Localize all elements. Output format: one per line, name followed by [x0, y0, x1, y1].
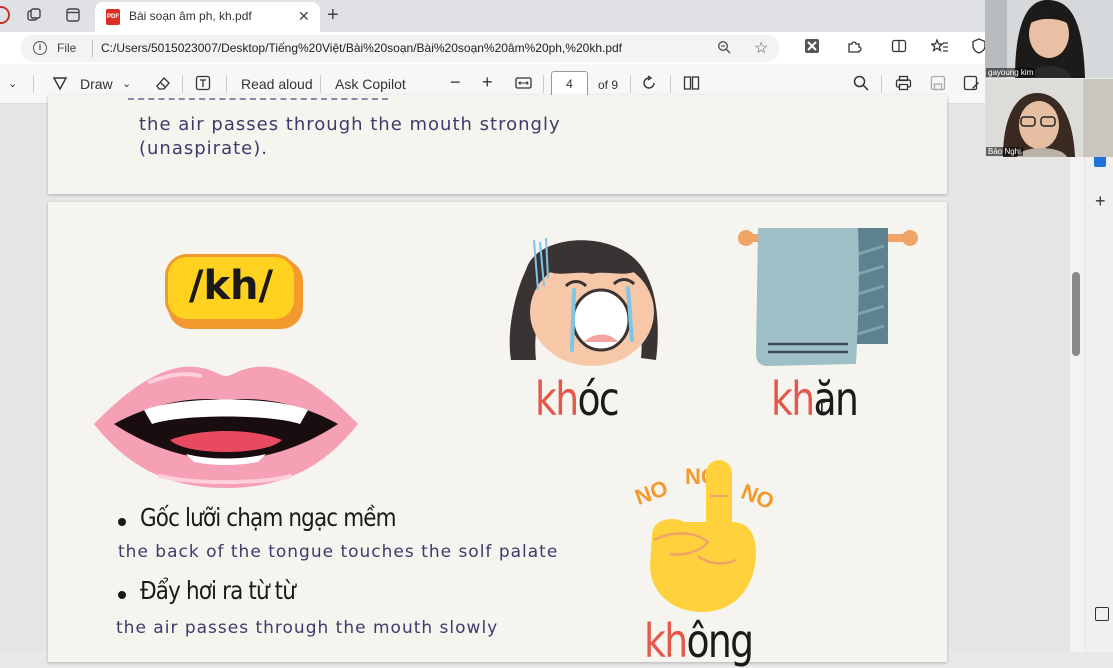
- pdf-icon: PDF: [106, 9, 120, 25]
- workspaces-icon[interactable]: [26, 7, 42, 23]
- extensions-icon[interactable]: [844, 38, 864, 58]
- prev-line-1: the air passes through the mouth strongl…: [139, 114, 561, 135]
- scrollbar-track[interactable]: [1070, 105, 1084, 652]
- divider: [630, 75, 631, 93]
- word-khong: không: [644, 614, 754, 668]
- profile-icon[interactable]: [0, 6, 10, 24]
- sound-badge: /kh/: [165, 254, 297, 322]
- towel-illustration: [738, 228, 918, 366]
- new-tab-icon[interactable]: +: [327, 4, 339, 27]
- address-row: i File C:/Users/5015023007/Desktop/Tiếng…: [0, 32, 985, 64]
- word-khan-highlight: kh: [771, 372, 815, 426]
- word-khoc: khóc: [535, 372, 620, 426]
- bullet-1-vi: Gốc lưỡi chạm ngạc mềm: [140, 503, 397, 532]
- bullet-2-vi: Đẩy hơi ra từ từ: [140, 576, 296, 605]
- save-as-icon[interactable]: [963, 75, 980, 95]
- divider: [543, 75, 544, 93]
- word-khan: khăn: [771, 372, 859, 426]
- add-sidebar-app-icon[interactable]: +: [1095, 191, 1106, 212]
- cut-off-text: [88, 89, 488, 101]
- rotate-icon[interactable]: [641, 75, 657, 95]
- divider: [33, 75, 34, 93]
- bullet-1-en: the back of the tongue touches the solf …: [118, 542, 559, 562]
- url-text[interactable]: C:/Users/5015023007/Desktop/Tiếng%20Việt…: [101, 41, 622, 55]
- sidebar-toggle-icon[interactable]: [1095, 607, 1109, 621]
- prev-line-2: (unaspirate).: [139, 138, 268, 159]
- video-tile-participant-1[interactable]: gayoung kim: [985, 0, 1113, 78]
- word-khong-highlight: kh: [644, 614, 688, 668]
- page-total-label: of 9: [598, 78, 619, 92]
- participant-2-video: [985, 79, 1113, 157]
- extension-x-icon[interactable]: [802, 38, 822, 58]
- bullet-2-en: the air passes through the mouth slowly: [116, 618, 499, 638]
- edge-sidebar: +: [1085, 155, 1113, 652]
- word-khoc-rest: óc: [577, 372, 619, 426]
- crying-girl-illustration: [509, 237, 658, 366]
- draw-icon[interactable]: [52, 75, 68, 95]
- address-bar[interactable]: i File C:/Users/5015023007/Desktop/Tiếng…: [20, 35, 780, 62]
- chevron-down-icon[interactable]: ⌄: [8, 77, 17, 90]
- participant-1-video: [985, 0, 1113, 78]
- text-cursor-icon: I: [817, 398, 827, 417]
- participant-2-name: Bảo Nghi: [986, 147, 1023, 156]
- divider: [881, 75, 882, 93]
- split-screen-icon[interactable]: [889, 38, 909, 58]
- divider: [670, 75, 671, 93]
- word-khoc-highlight: kh: [535, 372, 579, 426]
- pdf-page-current: /kh/ khóc khăn không NO NO NO Gốc lưỡi c…: [48, 202, 947, 668]
- save-icon[interactable]: [930, 75, 946, 95]
- bullet-dot: [118, 518, 126, 526]
- tab-active[interactable]: PDF Bài soạn âm ph, kh.pdf ✕: [95, 2, 320, 32]
- tab-bar: PDF Bài soạn âm ph, kh.pdf ✕ +: [0, 0, 985, 32]
- participant-1-name: gayoung kim: [986, 68, 1036, 77]
- finger-hand-illustration: [650, 460, 756, 612]
- video-tile-participant-2[interactable]: Bảo Nghi: [985, 79, 1113, 157]
- favorite-star-icon[interactable]: ☆: [754, 38, 768, 58]
- bullet-dot: [118, 591, 126, 599]
- fit-width-icon[interactable]: [515, 75, 532, 95]
- word-khong-rest: ông: [686, 614, 754, 668]
- tab-actions-icon[interactable]: [65, 7, 81, 23]
- scheme-label: File: [57, 41, 77, 55]
- divider: [92, 40, 93, 57]
- pdf-viewer[interactable]: the air passes through the mouth strongl…: [0, 95, 1070, 668]
- page-view-icon[interactable]: [683, 75, 700, 95]
- scrollbar-thumb[interactable]: [1072, 272, 1080, 356]
- pdf-page-previous: the air passes through the mouth strongl…: [48, 95, 947, 194]
- favorites-icon[interactable]: [929, 38, 950, 58]
- search-icon[interactable]: [853, 75, 869, 95]
- info-icon[interactable]: i: [33, 41, 47, 55]
- page-number-input[interactable]: 4: [551, 71, 588, 97]
- print-icon[interactable]: [895, 75, 912, 95]
- zoom-icon[interactable]: [717, 40, 731, 57]
- close-icon[interactable]: ✕: [298, 8, 310, 25]
- mouth-illustration: [94, 366, 358, 488]
- tab-title: Bài soạn âm ph, kh.pdf: [129, 9, 252, 23]
- sound-badge-text: /kh/: [188, 263, 274, 309]
